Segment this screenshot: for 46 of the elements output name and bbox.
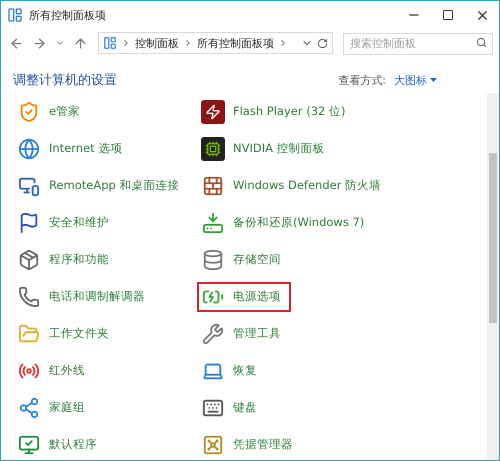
search-field[interactable]: 搜索控制面板 [343,32,493,54]
network-icon [17,396,41,420]
control-panel-item[interactable]: 恢复 [197,356,267,386]
address-bar[interactable]: 控制面板 所有控制面板项 [98,32,333,54]
control-panel-item[interactable]: 家庭组 [13,392,95,422]
refresh-icon[interactable] [317,38,328,48]
lightning-icon [201,100,225,124]
control-panel-item[interactable]: 键盘 [197,392,267,422]
control-panel-item[interactable]: Windows Defender 防火墙 [197,170,392,200]
control-panel-item[interactable]: 存储空间 [197,244,291,274]
control-panel-item[interactable]: Internet 选项 [13,134,132,164]
breadcrumb[interactable]: 控制面板 [135,36,179,50]
control-panel-item[interactable]: RemoteApp 和桌面连接 [13,170,190,200]
wrench-icon [201,322,225,346]
control-panel-icon [7,7,23,23]
caret-icon [430,78,437,82]
control-panel-item[interactable]: 红外线 [13,356,95,386]
drive-icon [201,210,225,234]
control-panel-item[interactable]: 管理工具 [197,318,291,348]
control-panel-item[interactable]: Flash Player (32 位) [197,96,356,126]
globe-icon [17,136,41,160]
view-dropdown[interactable]: 大图标 [394,72,437,88]
phone-icon [17,284,41,308]
control-panel-item[interactable]: 安全和维护 [13,208,119,238]
storage-icon [201,248,225,272]
chip-icon [201,136,225,160]
control-panel-item[interactable]: 备份和还原(Windows 7) [197,208,374,238]
control-panel-item[interactable]: 电话和调制解调器 [13,282,155,312]
window-title: 所有控制面板项 [29,8,107,22]
control-panel-item[interactable]: NVIDIA 控制面板 [197,134,335,164]
scrollbar[interactable] [487,93,499,460]
maximize-icon [442,9,454,21]
control-panel-item[interactable]: e管家 [13,96,90,126]
control-panel-item[interactable]: 电源选项 [197,282,291,312]
scrollbar-thumb[interactable] [489,153,497,323]
control-panel-item[interactable]: 凭据管理器 [197,430,303,460]
view-by-label: 查看方式: [338,72,386,88]
page-heading: 调整计算机的设置 [13,72,118,89]
control-panel-item[interactable]: 默认程序 [13,430,107,460]
control-panel-item[interactable]: 程序和功能 [13,244,119,274]
forward-arrow-icon [32,36,47,50]
control-panel-item[interactable]: 工作文件夹 [13,318,119,348]
package-icon [17,248,41,272]
breadcrumb[interactable]: 所有控制面板项 [197,36,274,50]
search-icon [476,37,487,48]
control-panel-icon [103,36,117,50]
